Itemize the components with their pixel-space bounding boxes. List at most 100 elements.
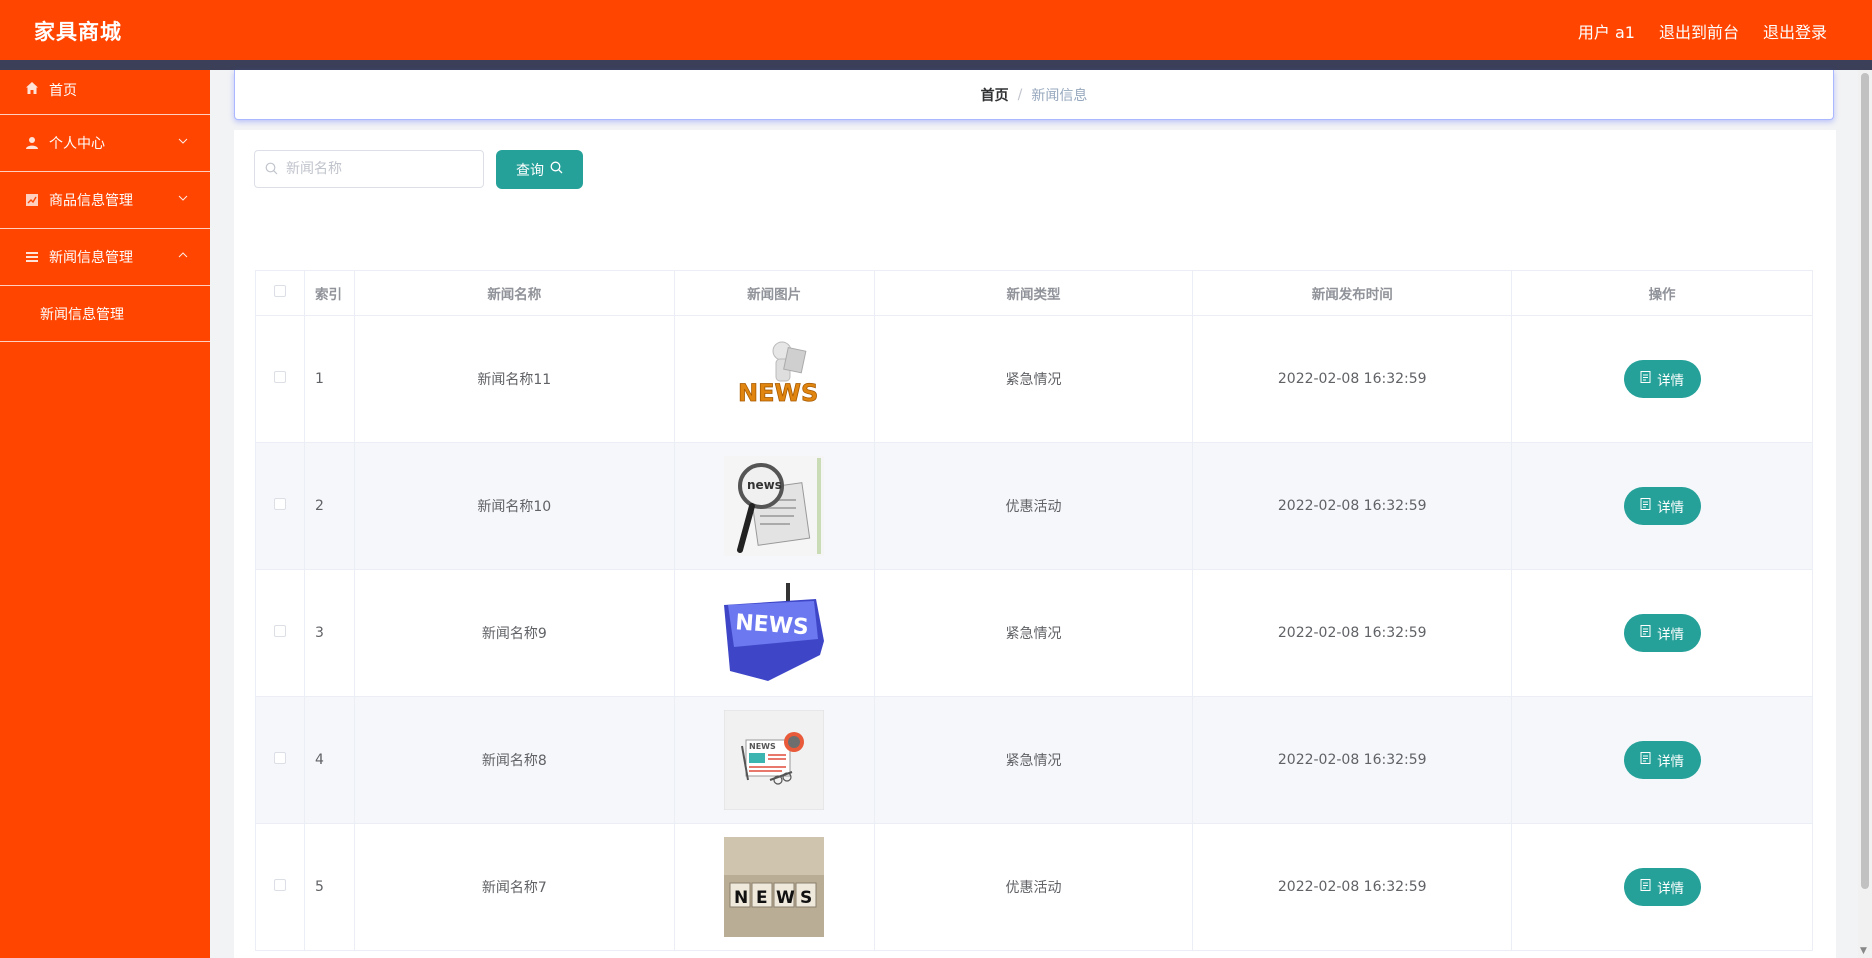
table-row: 1 新闻名称11 NEWS 紧急情况 2022-02-08 16:32:59 详…	[255, 315, 1813, 443]
detail-button-label: 详情	[1657, 500, 1685, 516]
search-icon	[550, 161, 563, 178]
scrollbar-thumb[interactable]	[1861, 73, 1869, 889]
detail-button[interactable]: 详情	[1623, 487, 1701, 525]
row-checkbox[interactable]	[273, 879, 286, 891]
row-index: 3	[303, 569, 355, 697]
row-news-type: 紧急情况	[873, 696, 1194, 824]
row-publish-time: 2022-02-08 16:32:59	[1192, 569, 1513, 697]
news-key-thumbnail: NEWS	[724, 583, 825, 683]
search-icon	[265, 160, 278, 179]
table-row: 4 新闻名称8 NEWS 紧急情况 2022-02-08 16:32:59 详情	[255, 696, 1813, 824]
news-table: 索引 新闻名称 新闻图片 新闻类型 新闻发布时间 操作 1 新闻名称11 NEW…	[255, 270, 1813, 951]
row-select-cell	[255, 315, 305, 443]
svg-text:NEWS: NEWS	[738, 379, 818, 407]
row-news-image-cell: news	[673, 442, 875, 570]
row-news-name: 新闻名称9	[353, 569, 675, 697]
row-checkbox[interactable]	[273, 625, 286, 637]
row-actions-cell: 详情	[1511, 696, 1813, 824]
header-publish-time: 新闻发布时间	[1192, 270, 1513, 316]
row-index: 2	[303, 442, 355, 570]
row-news-image-cell: NEWS	[673, 569, 875, 697]
sidebar-item-label: 首页	[49, 83, 77, 99]
sidebar-item-label: 个人中心	[49, 136, 105, 152]
search-input[interactable]	[284, 160, 468, 178]
sidebar: 首页 个人中心 商品信息管理 新闻信息管理 新闻信息管理	[0, 70, 210, 958]
row-select-cell	[255, 442, 305, 570]
row-publish-time: 2022-02-08 16:32:59	[1192, 823, 1513, 951]
top-navbar: 家具商城 用户 a1 退出到前台 退出登录	[0, 0, 1872, 60]
row-index: 1	[303, 315, 355, 443]
row-index: 5	[303, 823, 355, 951]
breadcrumb: 首页 / 新闻信息	[234, 70, 1834, 120]
row-checkbox[interactable]	[273, 752, 286, 764]
sidebar-item-home[interactable]: 首页	[0, 70, 210, 115]
row-publish-time: 2022-02-08 16:32:59	[1192, 315, 1513, 443]
news-flat-thumbnail: NEWS	[724, 710, 825, 810]
sidebar-subitem-label: 新闻信息管理	[40, 306, 124, 323]
query-button[interactable]: 查询	[496, 150, 583, 189]
scroll-down-icon[interactable]: ▼	[1860, 946, 1867, 956]
page-scrollbar[interactable]: ▼	[1858, 70, 1872, 958]
detail-button[interactable]: 详情	[1623, 868, 1701, 906]
brand-title: 家具商城	[34, 20, 122, 44]
sidebar-item-personal-center[interactable]: 个人中心	[0, 115, 210, 172]
row-news-type: 紧急情况	[873, 315, 1194, 443]
chevron-down-icon	[178, 192, 188, 206]
row-actions-cell: 详情	[1511, 315, 1813, 443]
chevron-down-icon	[178, 135, 188, 149]
query-button-label: 查询	[516, 162, 544, 179]
row-select-cell	[255, 569, 305, 697]
svg-text:N: N	[734, 888, 748, 908]
back-to-front-link[interactable]: 退出到前台	[1659, 19, 1739, 43]
row-publish-time: 2022-02-08 16:32:59	[1192, 696, 1513, 824]
detail-button[interactable]: 详情	[1623, 741, 1701, 779]
document-icon	[1640, 498, 1651, 514]
header-news-image: 新闻图片	[673, 270, 875, 316]
row-news-image-cell: NEWS	[673, 315, 875, 443]
user-link[interactable]: 用户 a1	[1578, 19, 1635, 43]
detail-button-label: 详情	[1657, 881, 1685, 897]
row-select-cell	[255, 696, 305, 824]
sidebar-item-product-management[interactable]: 商品信息管理	[0, 172, 210, 229]
header-news-name: 新闻名称	[353, 270, 675, 316]
sidebar-item-news-management[interactable]: 新闻信息管理	[0, 229, 210, 286]
document-icon	[1640, 752, 1651, 768]
select-all-checkbox[interactable]	[273, 285, 286, 297]
row-checkbox[interactable]	[273, 371, 286, 383]
home-icon	[24, 80, 40, 96]
row-select-cell	[255, 823, 305, 951]
row-news-type: 优惠活动	[873, 442, 1194, 570]
header-actions: 用户 a1 退出到前台 退出登录	[1578, 19, 1827, 43]
header-news-type: 新闻类型	[873, 270, 1194, 316]
sidebar-subitem-news-management[interactable]: 新闻信息管理	[0, 286, 210, 342]
detail-button-label: 详情	[1657, 627, 1685, 643]
detail-button[interactable]: 详情	[1623, 614, 1701, 652]
breadcrumb-current: 新闻信息	[1031, 87, 1088, 104]
news-blocks-thumbnail: N E W S	[724, 837, 825, 937]
document-icon	[1640, 879, 1651, 895]
row-actions-cell: 详情	[1511, 569, 1813, 697]
news-magnifier-thumbnail: news	[724, 456, 825, 556]
document-icon	[1640, 625, 1651, 641]
breadcrumb-home[interactable]: 首页	[981, 85, 1009, 105]
chevron-up-icon	[178, 249, 188, 263]
svg-text:S: S	[800, 888, 812, 908]
select-all-cell	[255, 270, 305, 316]
main-content: 查询 索引 新闻名称 新闻图片 新闻类型 新闻发布时间 操作 1	[234, 130, 1836, 958]
row-news-image-cell: N E W S	[673, 823, 875, 951]
table-row: 2 新闻名称10 news 优惠活动 2022-02-08 16:32:59 详…	[255, 442, 1813, 570]
row-index: 4	[303, 696, 355, 824]
chart-icon	[24, 192, 40, 208]
search-field[interactable]	[254, 150, 484, 188]
detail-button-label: 详情	[1657, 373, 1685, 389]
document-icon	[1640, 371, 1651, 387]
list-icon	[24, 249, 40, 265]
row-news-name: 新闻名称7	[353, 823, 675, 951]
svg-text:E: E	[756, 888, 768, 908]
user-icon	[24, 135, 40, 151]
row-actions-cell: 详情	[1511, 442, 1813, 570]
logout-link[interactable]: 退出登录	[1763, 19, 1827, 43]
row-checkbox[interactable]	[273, 498, 286, 510]
detail-button[interactable]: 详情	[1623, 360, 1701, 398]
breadcrumb-separator: /	[1017, 86, 1023, 103]
